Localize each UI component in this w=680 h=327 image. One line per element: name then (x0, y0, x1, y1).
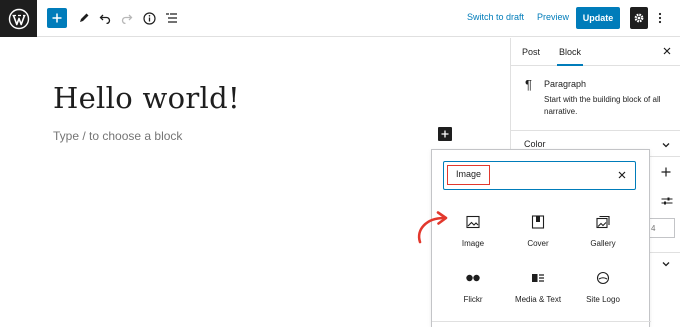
inline-add-block-button[interactable] (438, 127, 452, 141)
wordpress-logo-icon[interactable] (0, 0, 37, 37)
block-item-label: Flickr (463, 295, 483, 304)
options-button[interactable] (654, 10, 666, 26)
block-item-label: Image (461, 239, 485, 248)
kebab-icon (658, 12, 662, 24)
settings-button[interactable] (630, 7, 648, 29)
block-item-label: Media & Text (514, 295, 562, 304)
tools-button[interactable] (74, 8, 94, 28)
site-logo-icon (595, 270, 611, 286)
block-item-media-text[interactable]: Media & Text (503, 267, 573, 313)
undo-button[interactable] (95, 8, 115, 28)
info-icon (142, 11, 156, 25)
cover-icon (530, 214, 546, 230)
details-button[interactable] (139, 8, 159, 28)
close-icon[interactable] (617, 170, 627, 180)
plus-icon[interactable] (661, 167, 671, 177)
chevron-down-icon[interactable] (661, 259, 671, 269)
tab-block[interactable]: Block (557, 47, 584, 66)
block-item-site-logo[interactable]: Site Logo (568, 267, 638, 313)
pencil-icon (80, 13, 89, 22)
image-icon (465, 214, 481, 230)
block-item-label: Gallery (590, 239, 616, 248)
block-card-title: Paragraph (544, 79, 587, 89)
flickr-icon (465, 270, 481, 286)
post-title[interactable]: Hello world! (53, 81, 240, 115)
switch-to-draft-link[interactable]: Switch to draft (467, 12, 524, 22)
block-item-gallery[interactable]: Gallery (568, 211, 638, 257)
color-panel-label: Color (524, 139, 546, 149)
plus-icon (52, 13, 62, 23)
redo-button[interactable] (117, 8, 137, 28)
block-item-label: Site Logo (586, 295, 620, 304)
update-button[interactable]: Update (576, 7, 620, 29)
block-search-value[interactable]: Image (447, 165, 491, 185)
redo-icon (121, 14, 133, 24)
block-card-description: Start with the building block of all nar… (544, 95, 661, 116)
list-view-button[interactable] (161, 8, 181, 28)
add-block-button[interactable] (47, 8, 67, 28)
block-item-cover[interactable]: Cover (503, 211, 573, 257)
block-card: ¶ Paragraph Start with the building bloc… (511, 67, 680, 131)
block-item-flickr[interactable]: Flickr (438, 267, 508, 313)
tab-post[interactable]: Post (522, 47, 540, 57)
plus-icon (441, 130, 449, 138)
chevron-down-icon (662, 143, 670, 148)
media-text-icon (530, 270, 546, 286)
list-view-icon (165, 13, 177, 23)
block-inserter-popover: Image Image Cover Gallery Flickr Media &… (431, 149, 651, 327)
gallery-icon (595, 214, 611, 230)
undo-icon (99, 14, 111, 24)
block-placeholder[interactable]: Type / to choose a block (53, 129, 182, 143)
close-icon[interactable] (661, 45, 673, 57)
sidebar-tabs: Post Block (511, 38, 680, 66)
editor-toolbar: Switch to draft Preview Update (0, 0, 680, 37)
inserter-divider (432, 321, 651, 322)
annotation-arrow-icon (417, 211, 448, 244)
paragraph-icon: ¶ (525, 77, 532, 92)
block-search-input[interactable]: Image (443, 161, 636, 190)
sliders-icon[interactable] (661, 196, 673, 206)
preview-link[interactable]: Preview (537, 12, 569, 22)
gear-icon (634, 13, 644, 23)
block-item-label: Cover (527, 239, 549, 248)
